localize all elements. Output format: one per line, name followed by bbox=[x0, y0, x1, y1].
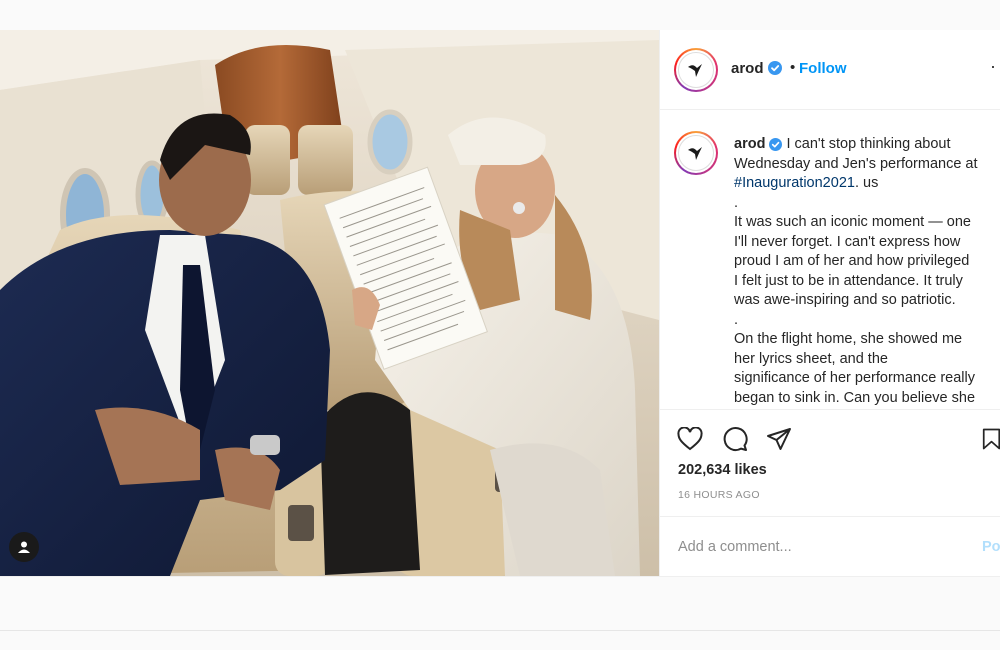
caption-text: . us bbox=[854, 175, 879, 191]
caption-line: arod I can't stop thinking about bbox=[734, 135, 998, 155]
profile-logo-icon bbox=[688, 147, 702, 160]
share-button[interactable] bbox=[764, 424, 794, 454]
post-header: arod • Follow ··· bbox=[660, 30, 1000, 110]
caption-line: It was such an iconic moment — one bbox=[734, 214, 971, 230]
caption-line: I felt just to be in attendance. It trul… bbox=[734, 272, 963, 289]
post-caption: arod I can't stop thinking about Wednesd… bbox=[734, 135, 998, 408]
top-strip bbox=[0, 0, 1000, 30]
avatar[interactable] bbox=[674, 48, 718, 92]
caption-line: #Inauguration2021. us bbox=[734, 174, 998, 194]
caption-line: began to sink in. Can you believe she bbox=[734, 389, 976, 406]
post-comment-button[interactable]: Po bbox=[982, 539, 1000, 555]
post-photo[interactable] bbox=[0, 30, 659, 576]
profile-logo-icon bbox=[688, 64, 702, 77]
like-button[interactable] bbox=[675, 424, 705, 454]
user-tag-icon bbox=[18, 541, 30, 553]
verified-badge-icon bbox=[768, 61, 782, 75]
caption-line: On the flight home, she showed me bbox=[734, 331, 963, 347]
save-button[interactable] bbox=[982, 424, 1000, 454]
separator-dot: • bbox=[790, 59, 796, 76]
hashtag-link[interactable]: #Inauguration2021 bbox=[734, 175, 855, 191]
post-timestamp[interactable]: 16 HOURS AGO bbox=[678, 489, 760, 501]
caption-line: her lyrics sheet, and the bbox=[734, 350, 888, 367]
comment-input[interactable] bbox=[678, 539, 968, 555]
post-sidebar: arod • Follow ··· arod I can bbox=[659, 30, 1000, 576]
share-icon bbox=[767, 428, 791, 450]
likes-count[interactable]: 202,634 likes bbox=[678, 462, 767, 478]
caption-line: proud I am of her and how privileged bbox=[734, 253, 970, 269]
comment-button[interactable] bbox=[720, 424, 750, 454]
follow-button[interactable]: Follow bbox=[799, 60, 847, 77]
header-username[interactable]: arod bbox=[731, 60, 764, 77]
caption-area: arod I can't stop thinking about Wednesd… bbox=[660, 111, 1000, 409]
caption-text: I can't stop thinking about bbox=[786, 136, 951, 152]
caption-line: Wednesday and Jen's performance at bbox=[734, 155, 978, 172]
user-tag-button[interactable] bbox=[9, 532, 39, 562]
bookmark-icon bbox=[982, 428, 1000, 450]
divider bbox=[0, 630, 1000, 631]
heart-icon bbox=[677, 427, 703, 451]
caption-line: . bbox=[734, 311, 739, 328]
caption-line: significance of her performance really bbox=[734, 370, 975, 386]
caption-username[interactable]: arod bbox=[734, 136, 765, 152]
post-photo-image bbox=[0, 30, 659, 576]
bottom-strip bbox=[0, 576, 1000, 650]
instagram-post-page: arod • Follow ··· arod I can bbox=[0, 0, 1000, 650]
more-options-icon[interactable]: ··· bbox=[990, 56, 1000, 77]
caption-line: I'll never forget. I can't express how bbox=[734, 233, 961, 250]
comment-section: Po bbox=[660, 516, 1000, 576]
verified-badge-icon bbox=[769, 137, 783, 151]
caption-line: . bbox=[734, 194, 739, 211]
comment-icon bbox=[723, 427, 748, 451]
caption-line: was awe-inspiring and so patriotic. bbox=[734, 292, 956, 308]
caption-avatar[interactable] bbox=[674, 131, 718, 175]
